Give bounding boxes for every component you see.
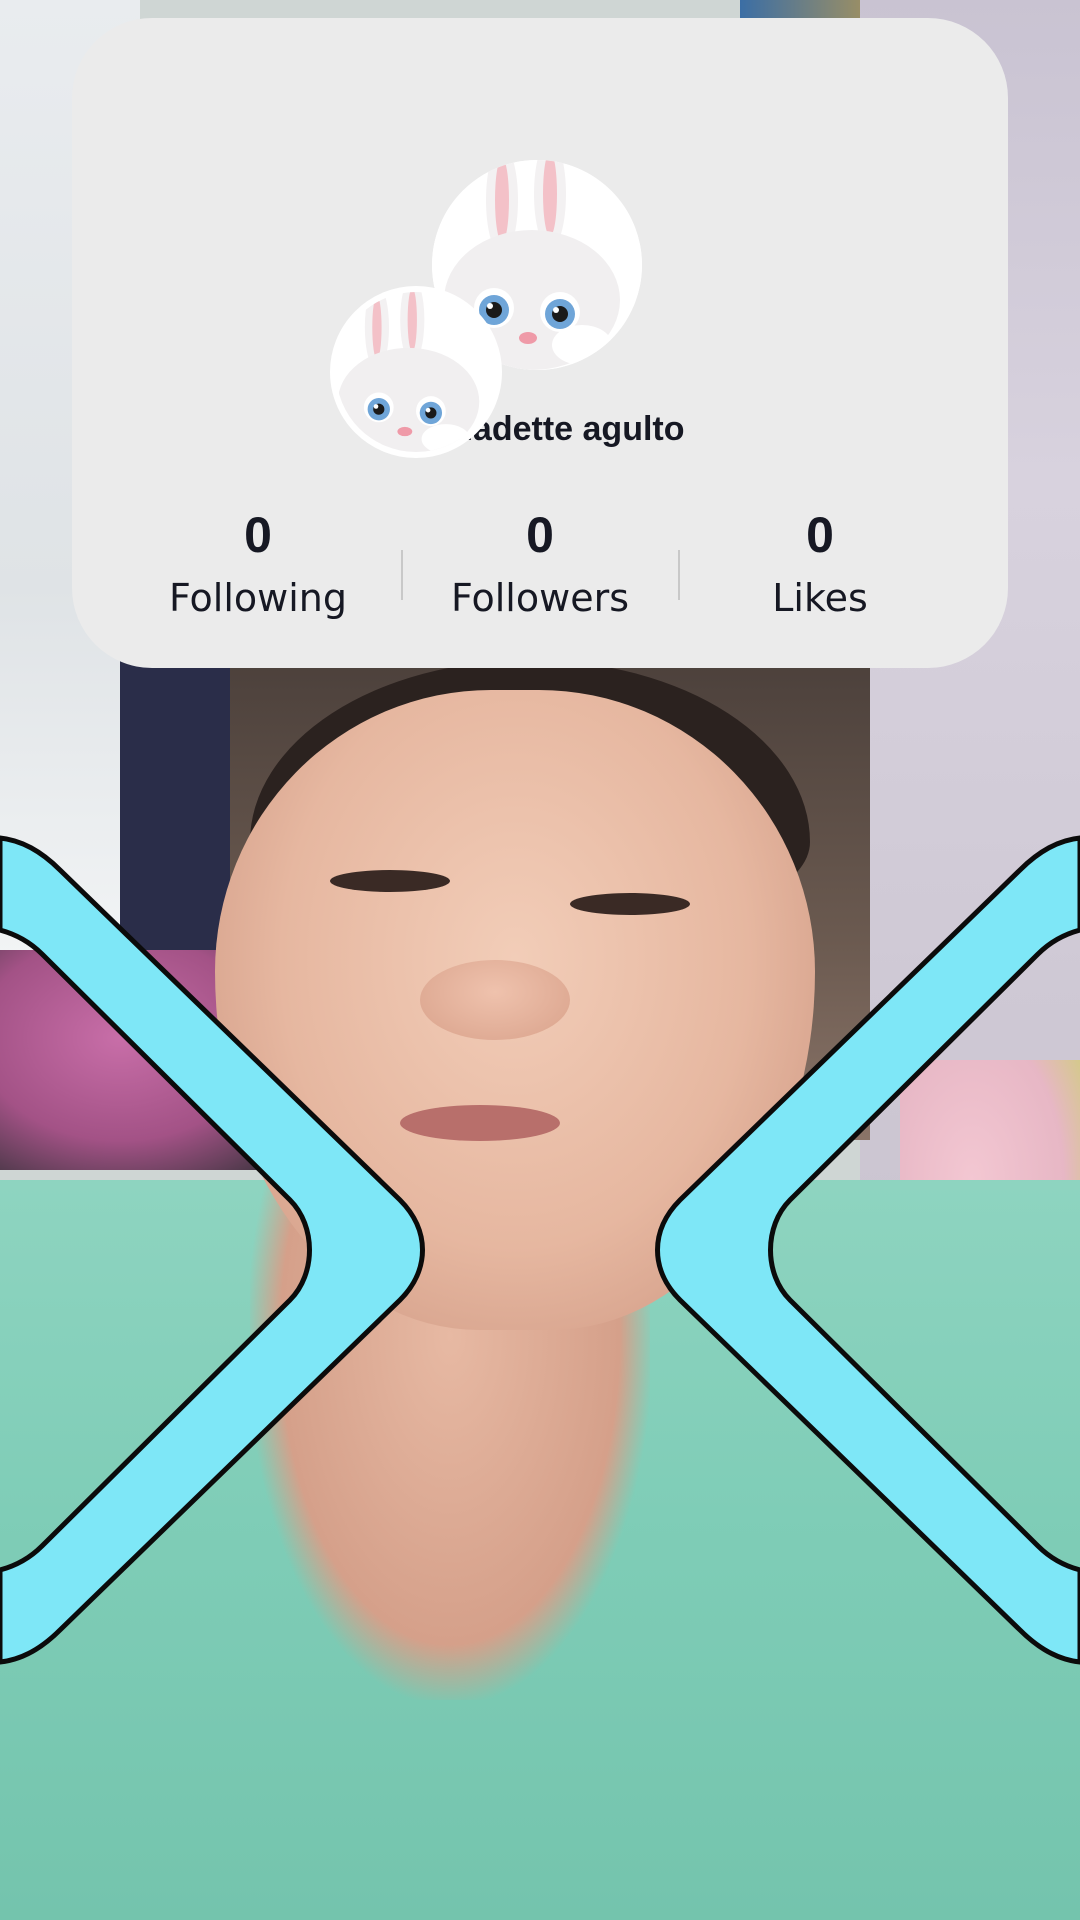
- stat-divider: [401, 550, 403, 600]
- stat-following[interactable]: 0 Following: [128, 504, 388, 622]
- profile-avatar-small[interactable]: [330, 286, 502, 458]
- following-count: 0: [244, 507, 272, 563]
- profile-username: Bernadette agulto: [395, 410, 685, 448]
- following-label: Following: [169, 576, 347, 620]
- stat-divider: [678, 550, 680, 600]
- ar-frame-left-bracket: [0, 835, 425, 1665]
- profile-stats: 0 Following 0 Followers 0 Likes: [72, 504, 1008, 634]
- bunny-avatar-icon: [336, 292, 496, 452]
- profile-card: Bernadette agulto 0 Following 0 Follower…: [72, 18, 1008, 668]
- likes-label: Likes: [772, 576, 868, 620]
- stat-likes[interactable]: 0 Likes: [690, 504, 950, 622]
- followers-count: 0: [526, 507, 554, 563]
- likes-count: 0: [806, 507, 834, 563]
- camera-preview: Bernadette agulto 0 Following 0 Follower…: [0, 0, 1080, 1920]
- ar-frame-right-bracket: [655, 835, 1080, 1665]
- stat-followers[interactable]: 0 Followers: [410, 504, 670, 622]
- followers-label: Followers: [451, 576, 629, 620]
